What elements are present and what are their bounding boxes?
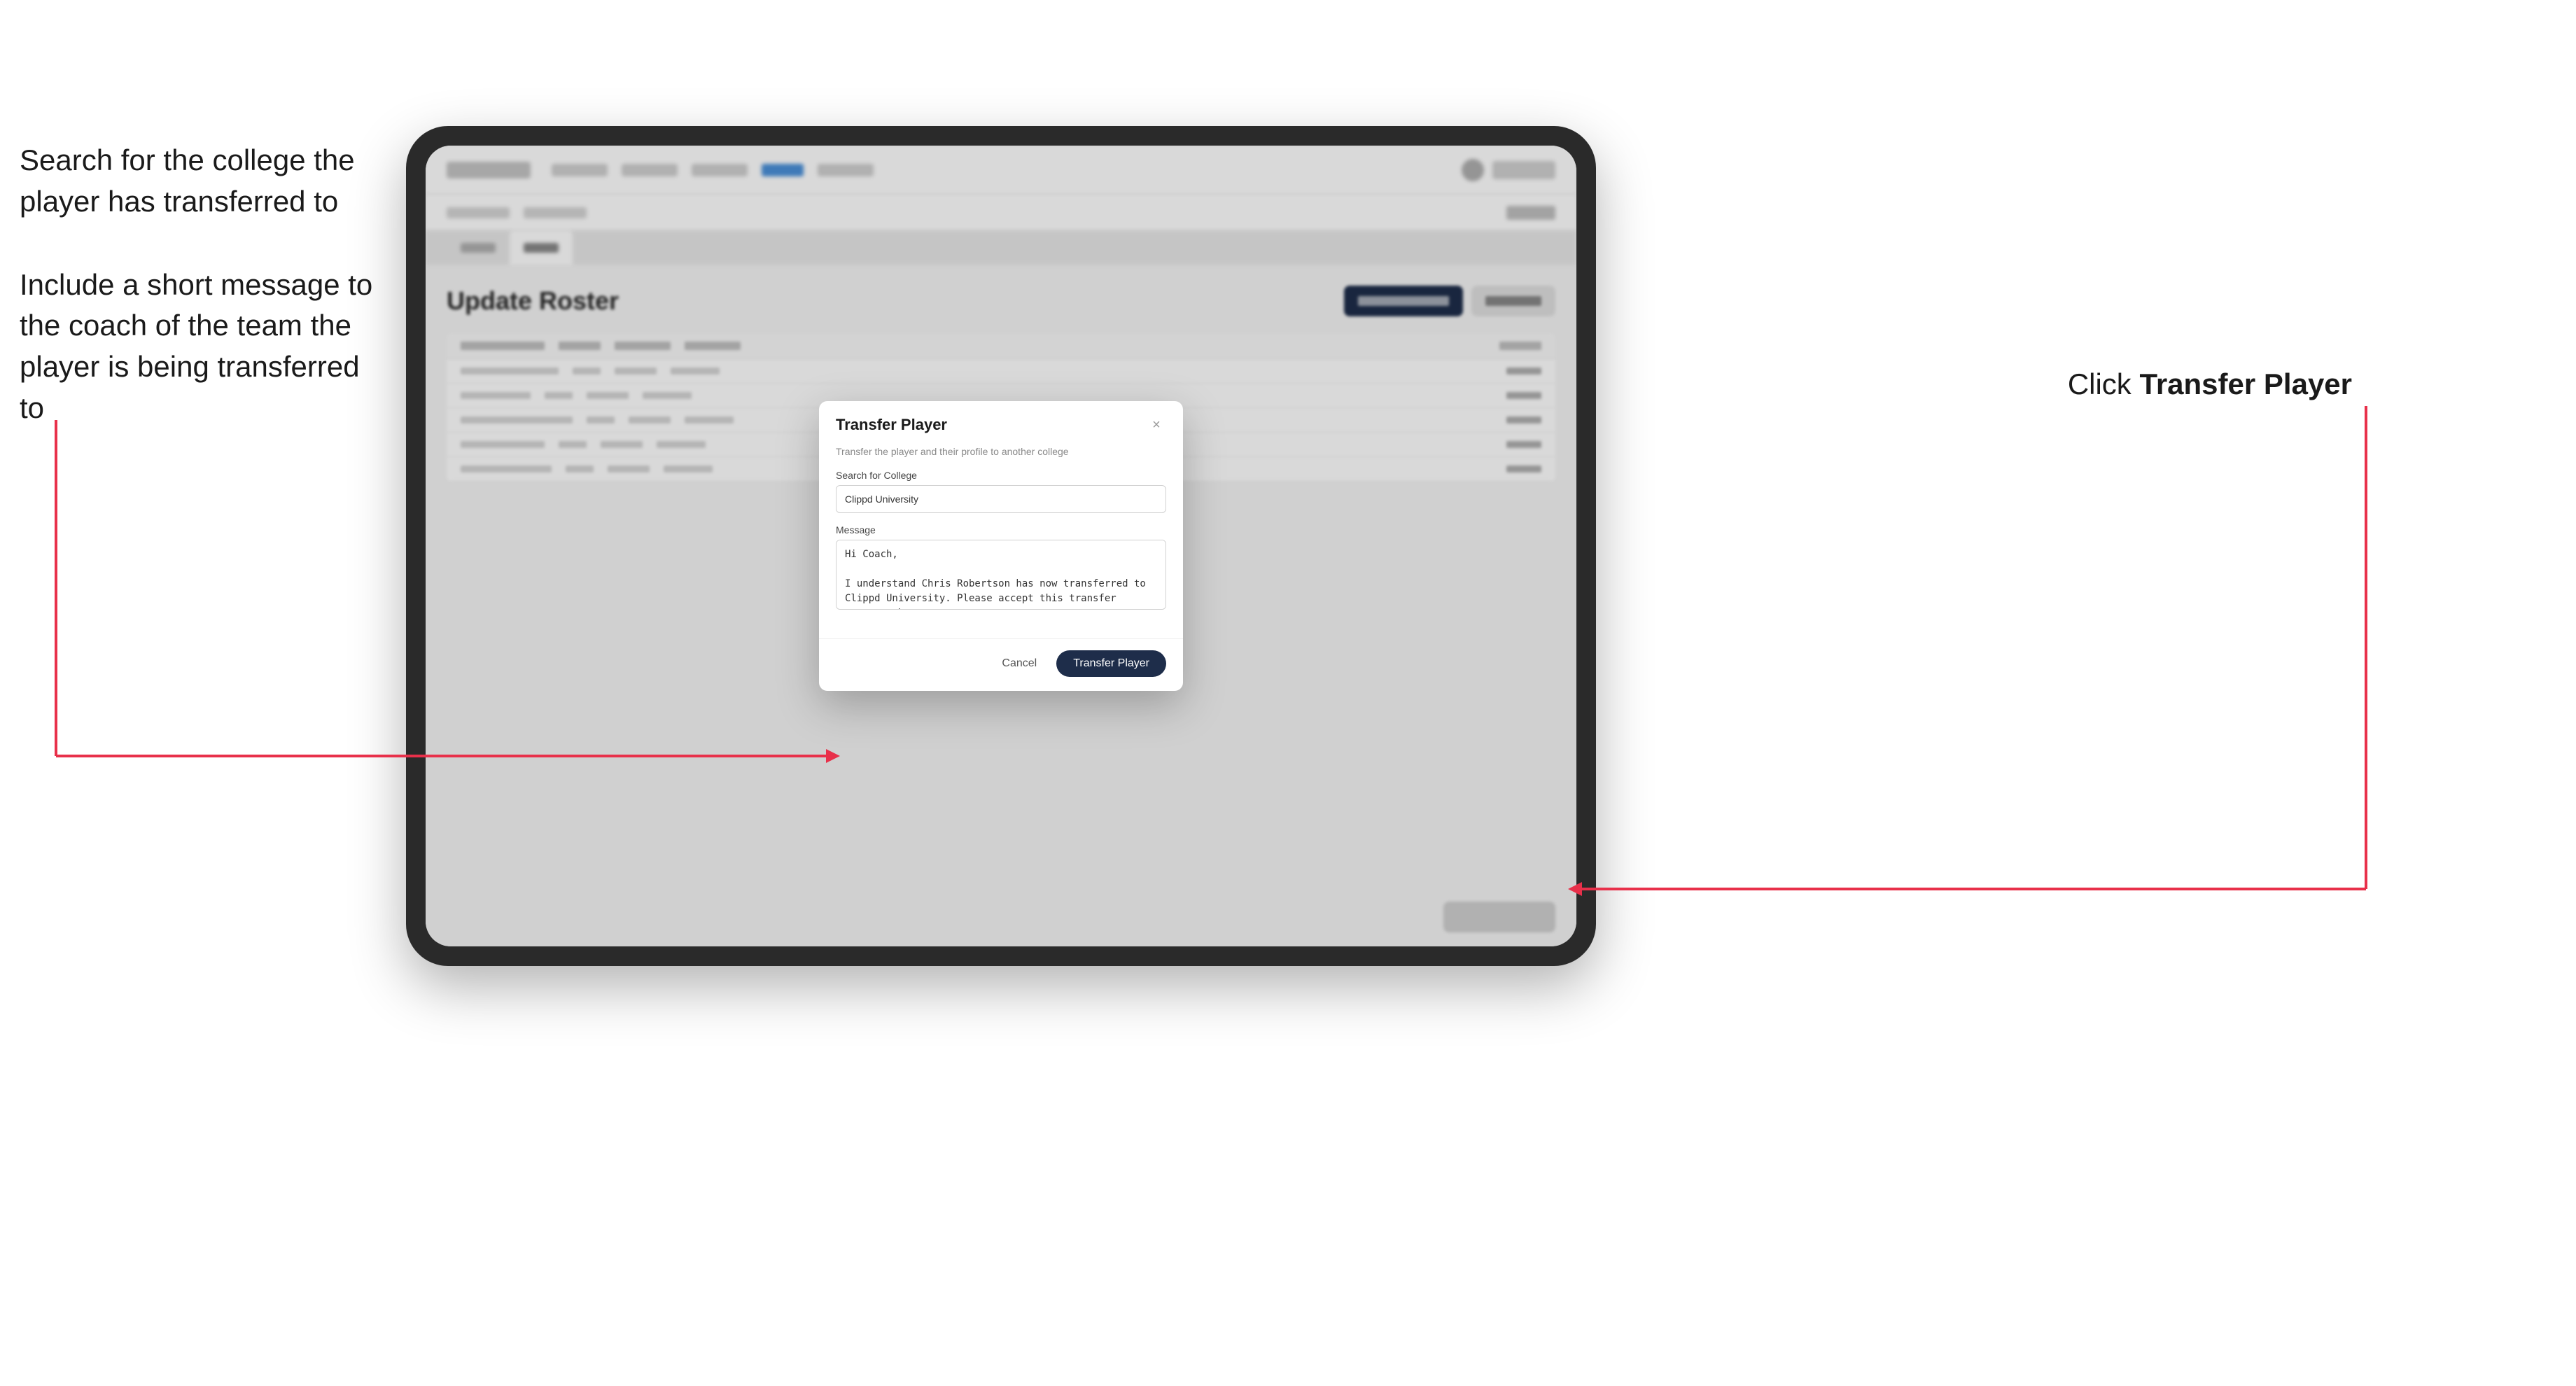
college-label: Search for College bbox=[836, 470, 1166, 481]
modal-overlay: Transfer Player × Transfer the player an… bbox=[426, 146, 1576, 946]
college-form-group: Search for College bbox=[836, 470, 1166, 513]
message-form-group: Message Hi Coach, I understand Chris Rob… bbox=[836, 524, 1166, 613]
app-container: Update Roster bbox=[426, 146, 1576, 946]
annotation-click-text: Click Transfer Player bbox=[2068, 364, 2352, 405]
message-textarea[interactable]: Hi Coach, I understand Chris Robertson h… bbox=[836, 540, 1166, 610]
message-label: Message bbox=[836, 524, 1166, 536]
annotation-message-text: Include a short message to the coach of … bbox=[20, 265, 384, 429]
transfer-player-button[interactable]: Transfer Player bbox=[1056, 650, 1166, 677]
annotation-search-text: Search for the college the player has tr… bbox=[20, 140, 384, 223]
modal-title: Transfer Player bbox=[836, 416, 947, 434]
modal-footer: Cancel Transfer Player bbox=[819, 638, 1183, 691]
modal-header: Transfer Player × bbox=[819, 401, 1183, 446]
annotation-left: Search for the college the player has tr… bbox=[20, 140, 384, 471]
ipad-frame: Update Roster bbox=[406, 126, 1596, 966]
college-input[interactable] bbox=[836, 485, 1166, 513]
modal-close-button[interactable]: × bbox=[1147, 415, 1166, 435]
modal-body: Transfer the player and their profile to… bbox=[819, 446, 1183, 638]
cancel-button[interactable]: Cancel bbox=[990, 652, 1048, 676]
modal-dialog: Transfer Player × Transfer the player an… bbox=[819, 401, 1183, 691]
ipad-screen: Update Roster bbox=[426, 146, 1576, 946]
modal-subtitle: Transfer the player and their profile to… bbox=[836, 446, 1166, 457]
annotation-right: Click Transfer Player bbox=[2068, 364, 2352, 405]
